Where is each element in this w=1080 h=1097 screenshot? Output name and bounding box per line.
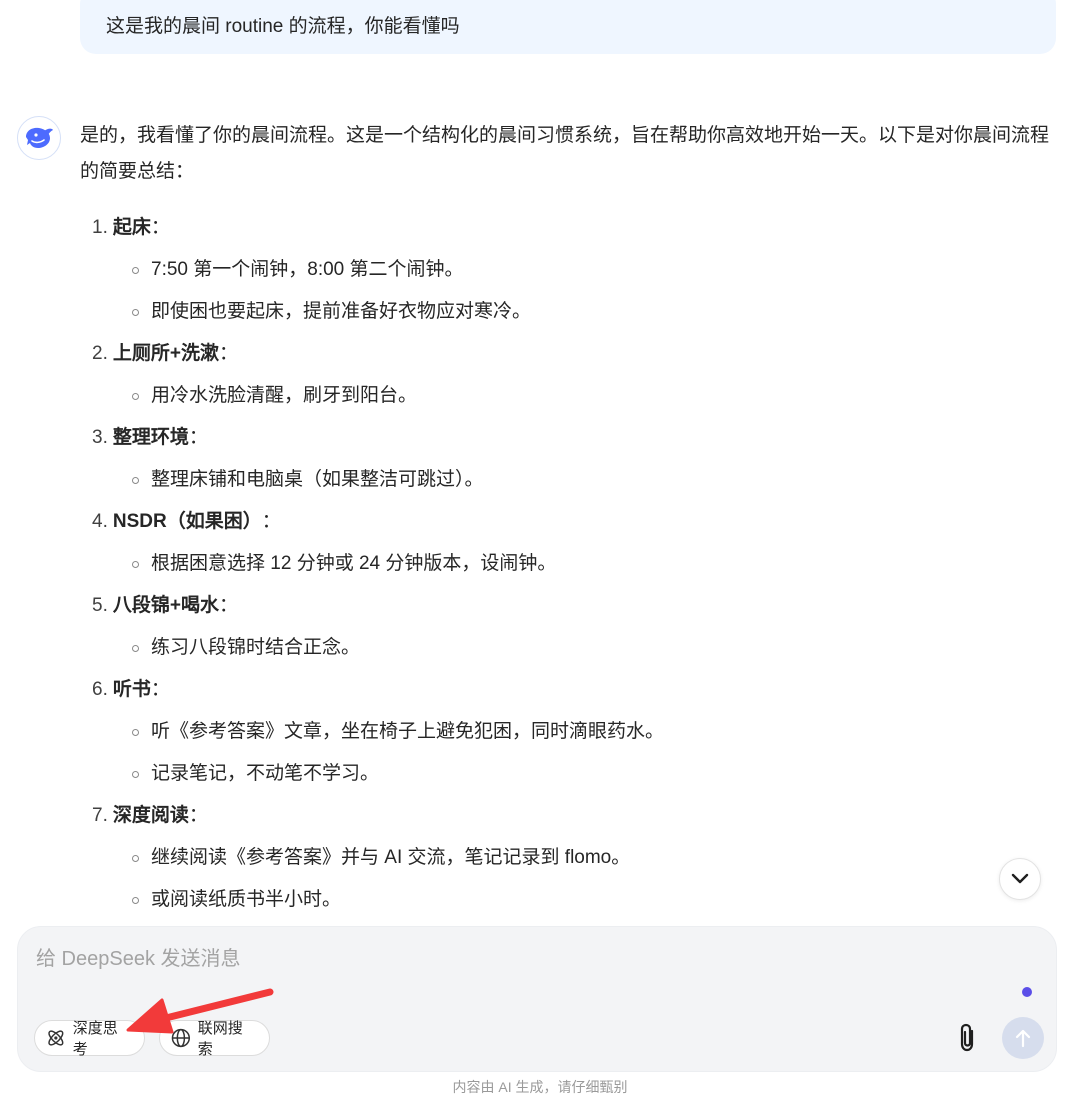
step-sub-text: 用冷水洗脸清醒，刷牙到阳台。: [151, 385, 418, 406]
deepseek-avatar: [17, 116, 61, 160]
ai-disclaimer: 内容由 AI 生成，请仔细甄别: [452, 1079, 628, 1095]
routine-step: 7. 深度阅读：继续阅读《参考答案》并与 AI 交流，笔记记录到 flomo。 或阅…: [80, 795, 1060, 921]
hollow-bullet-icon: [132, 476, 139, 484]
step-sub-list: 继续阅读《参考答案》并与 AI 交流，笔记记录到 flomo。 或阅读纸质书半小时…: [80, 837, 1060, 921]
hollow-bullet-icon: [132, 266, 139, 274]
step-number: 4.: [92, 511, 108, 532]
step-heading: 6. 听书：: [80, 669, 1060, 711]
step-heading: 2. 上厕所+洗漱：: [80, 333, 1060, 375]
routine-step: 6. 听书：听《参考答案》文章，坐在椅子上避免犯困，同时滴眼药水。 记录笔记，不动笔…: [80, 669, 1060, 795]
routine-step: 2. 上厕所+洗漱： 用冷水洗脸清醒，刷牙到阳台。: [80, 333, 1060, 417]
step-title: NSDR（如果困）: [112, 511, 262, 532]
hollow-bullet-icon: [132, 644, 139, 652]
status-dot: [1022, 987, 1032, 997]
deep-think-toggle[interactable]: 深度思考: [34, 1020, 145, 1058]
step-sub-list: 整理床铺和电脑桌（如果整洁可跳过）。: [80, 459, 1060, 501]
user-message-bubble: 这是我的晨间 routine 的流程，你能看懂吗: [80, 0, 1056, 54]
globe-icon: [171, 1028, 191, 1048]
step-sub-item: 继续阅读《参考答案》并与 AI 交流，笔记记录到 flomo。: [80, 837, 1060, 879]
step-sub-item: 整理床铺和电脑桌（如果整洁可跳过）。: [80, 459, 1060, 501]
step-sub-item: 7:50 第一个闹钟，8:00 第二个闹钟。: [80, 249, 1060, 291]
chat-page: 这是我的晨间 routine 的流程，你能看懂吗 是的，我看懂了你的晨间流程。这…: [0, 0, 1080, 1097]
attach-file-button[interactable]: [952, 1019, 984, 1057]
step-sub-list: 听《参考答案》文章，坐在椅子上避免犯困，同时滴眼药水。 记录笔记，不动笔不学习。: [80, 711, 1060, 795]
web-search-toggle[interactable]: 联网搜索: [159, 1020, 270, 1058]
step-sub-text: 根据困意选择 12 分钟或 24 分钟版本，设闹钟。: [151, 553, 557, 574]
routine-step: 5. 八段锦+喝水： 练习八段锦时结合正念。: [80, 585, 1060, 669]
step-heading: 5. 八段锦+喝水：: [80, 585, 1060, 627]
hollow-bullet-icon: [132, 392, 139, 400]
step-colon: ：: [150, 217, 170, 238]
step-title: 上厕所+洗漱: [112, 343, 219, 364]
step-sub-list: 根据困意选择 12 分钟或 24 分钟版本，设闹钟。: [80, 543, 1060, 585]
step-sub-text: 即使困也要起床，提前准备好衣物应对寒冷。: [151, 301, 532, 322]
paperclip-icon: [960, 1023, 974, 1052]
step-sub-item: 记录笔记，不动笔不学习。: [80, 753, 1060, 795]
routine-step: 1. 起床： 7:50 第一个闹钟，8:00 第二个闹钟。 即使困也要起床，提前准备好…: [80, 207, 1060, 333]
step-sub-item: 用冷水洗脸清醒，刷牙到阳台。: [80, 375, 1060, 417]
step-number: 7.: [92, 805, 108, 826]
deep-think-label: 深度思考: [72, 1020, 118, 1058]
step-sub-item: 根据困意选择 12 分钟或 24 分钟版本，设闹钟。: [80, 543, 1060, 585]
step-number: 2.: [92, 343, 108, 364]
hollow-bullet-icon: [132, 728, 139, 736]
user-message-text: 这是我的晨间 routine 的流程，你能看懂吗: [106, 16, 460, 37]
message-input[interactable]: [36, 945, 936, 973]
hollow-bullet-icon: [132, 308, 139, 316]
step-sub-text: 练习八段锦时结合正念。: [151, 637, 361, 658]
scroll-to-bottom-button[interactable]: [999, 858, 1041, 900]
step-sub-text: 或阅读纸质书半小时。: [151, 889, 342, 910]
chevron-down-icon: [1011, 873, 1029, 884]
atom-icon: [48, 1030, 64, 1046]
step-colon: ：: [218, 343, 238, 364]
step-colon: ：: [261, 511, 281, 532]
hollow-bullet-icon: [132, 896, 139, 904]
step-colon: ：: [188, 805, 208, 826]
step-colon: ：: [218, 595, 238, 616]
assistant-answer: 是的，我看懂了你的晨间流程。这是一个结构化的晨间习惯系统，旨在帮助你高效地开始一…: [80, 118, 1060, 921]
step-colon: ：: [150, 679, 170, 700]
send-button[interactable]: [1002, 1017, 1044, 1059]
hollow-bullet-icon: [132, 560, 139, 568]
step-sub-text: 7:50 第一个闹钟，8:00 第二个闹钟。: [151, 259, 464, 280]
routine-steps-list: 1. 起床： 7:50 第一个闹钟，8:00 第二个闹钟。 即使困也要起床，提前准备好…: [80, 207, 1060, 921]
step-title: 听书: [112, 679, 151, 700]
routine-step: 3. 整理环境： 整理床铺和电脑桌（如果整洁可跳过）。: [80, 417, 1060, 501]
step-sub-item: 听《参考答案》文章，坐在椅子上避免犯困，同时滴眼药水。: [80, 711, 1060, 753]
web-search-label: 联网搜索: [197, 1020, 243, 1058]
step-heading: 7. 深度阅读：: [80, 795, 1060, 837]
step-heading: 3. 整理环境：: [80, 417, 1060, 459]
step-number: 5.: [92, 595, 108, 616]
answer-intro: 是的，我看懂了你的晨间流程。这是一个结构化的晨间习惯系统，旨在帮助你高效地开始一…: [80, 125, 1050, 182]
step-title: 起床: [112, 217, 151, 238]
step-sub-list: 练习八段锦时结合正念。: [80, 627, 1060, 669]
routine-step: 4. NSDR（如果困）： 根据困意选择 12 分钟或 24 分钟版本，设闹钟。: [80, 501, 1060, 585]
step-title: 八段锦+喝水: [112, 595, 219, 616]
hollow-bullet-icon: [132, 770, 139, 778]
step-heading: 4. NSDR（如果困）：: [80, 501, 1060, 543]
step-sub-item: 或阅读纸质书半小时。: [80, 879, 1060, 921]
message-composer: 深度思考 联网搜索: [17, 926, 1057, 1072]
step-heading: 1. 起床：: [80, 207, 1060, 249]
step-sub-list: 用冷水洗脸清醒，刷牙到阳台。: [80, 375, 1060, 417]
step-number: 1.: [92, 217, 108, 238]
hollow-bullet-icon: [132, 854, 139, 862]
step-title: 整理环境: [112, 427, 189, 448]
arrow-up-icon: [1015, 1029, 1031, 1048]
step-sub-text: 记录笔记，不动笔不学习。: [151, 763, 380, 784]
step-number: 6.: [92, 679, 108, 700]
step-sub-item: 即使困也要起床，提前准备好衣物应对寒冷。: [80, 291, 1060, 333]
step-sub-text: 整理床铺和电脑桌（如果整洁可跳过）。: [151, 469, 484, 490]
step-sub-text: 听《参考答案》文章，坐在椅子上避免犯困，同时滴眼药水。: [151, 721, 665, 742]
step-title: 深度阅读: [112, 805, 189, 826]
step-sub-text: 继续阅读《参考答案》并与 AI 交流，笔记记录到 flomo。: [151, 847, 631, 868]
step-colon: ：: [188, 427, 208, 448]
step-sub-item: 练习八段锦时结合正念。: [80, 627, 1060, 669]
deepseek-whale-icon: [26, 127, 53, 148]
step-sub-list: 7:50 第一个闹钟，8:00 第二个闹钟。即使困也要起床，提前准备好衣物应对寒…: [80, 249, 1060, 333]
step-number: 3.: [92, 427, 108, 448]
